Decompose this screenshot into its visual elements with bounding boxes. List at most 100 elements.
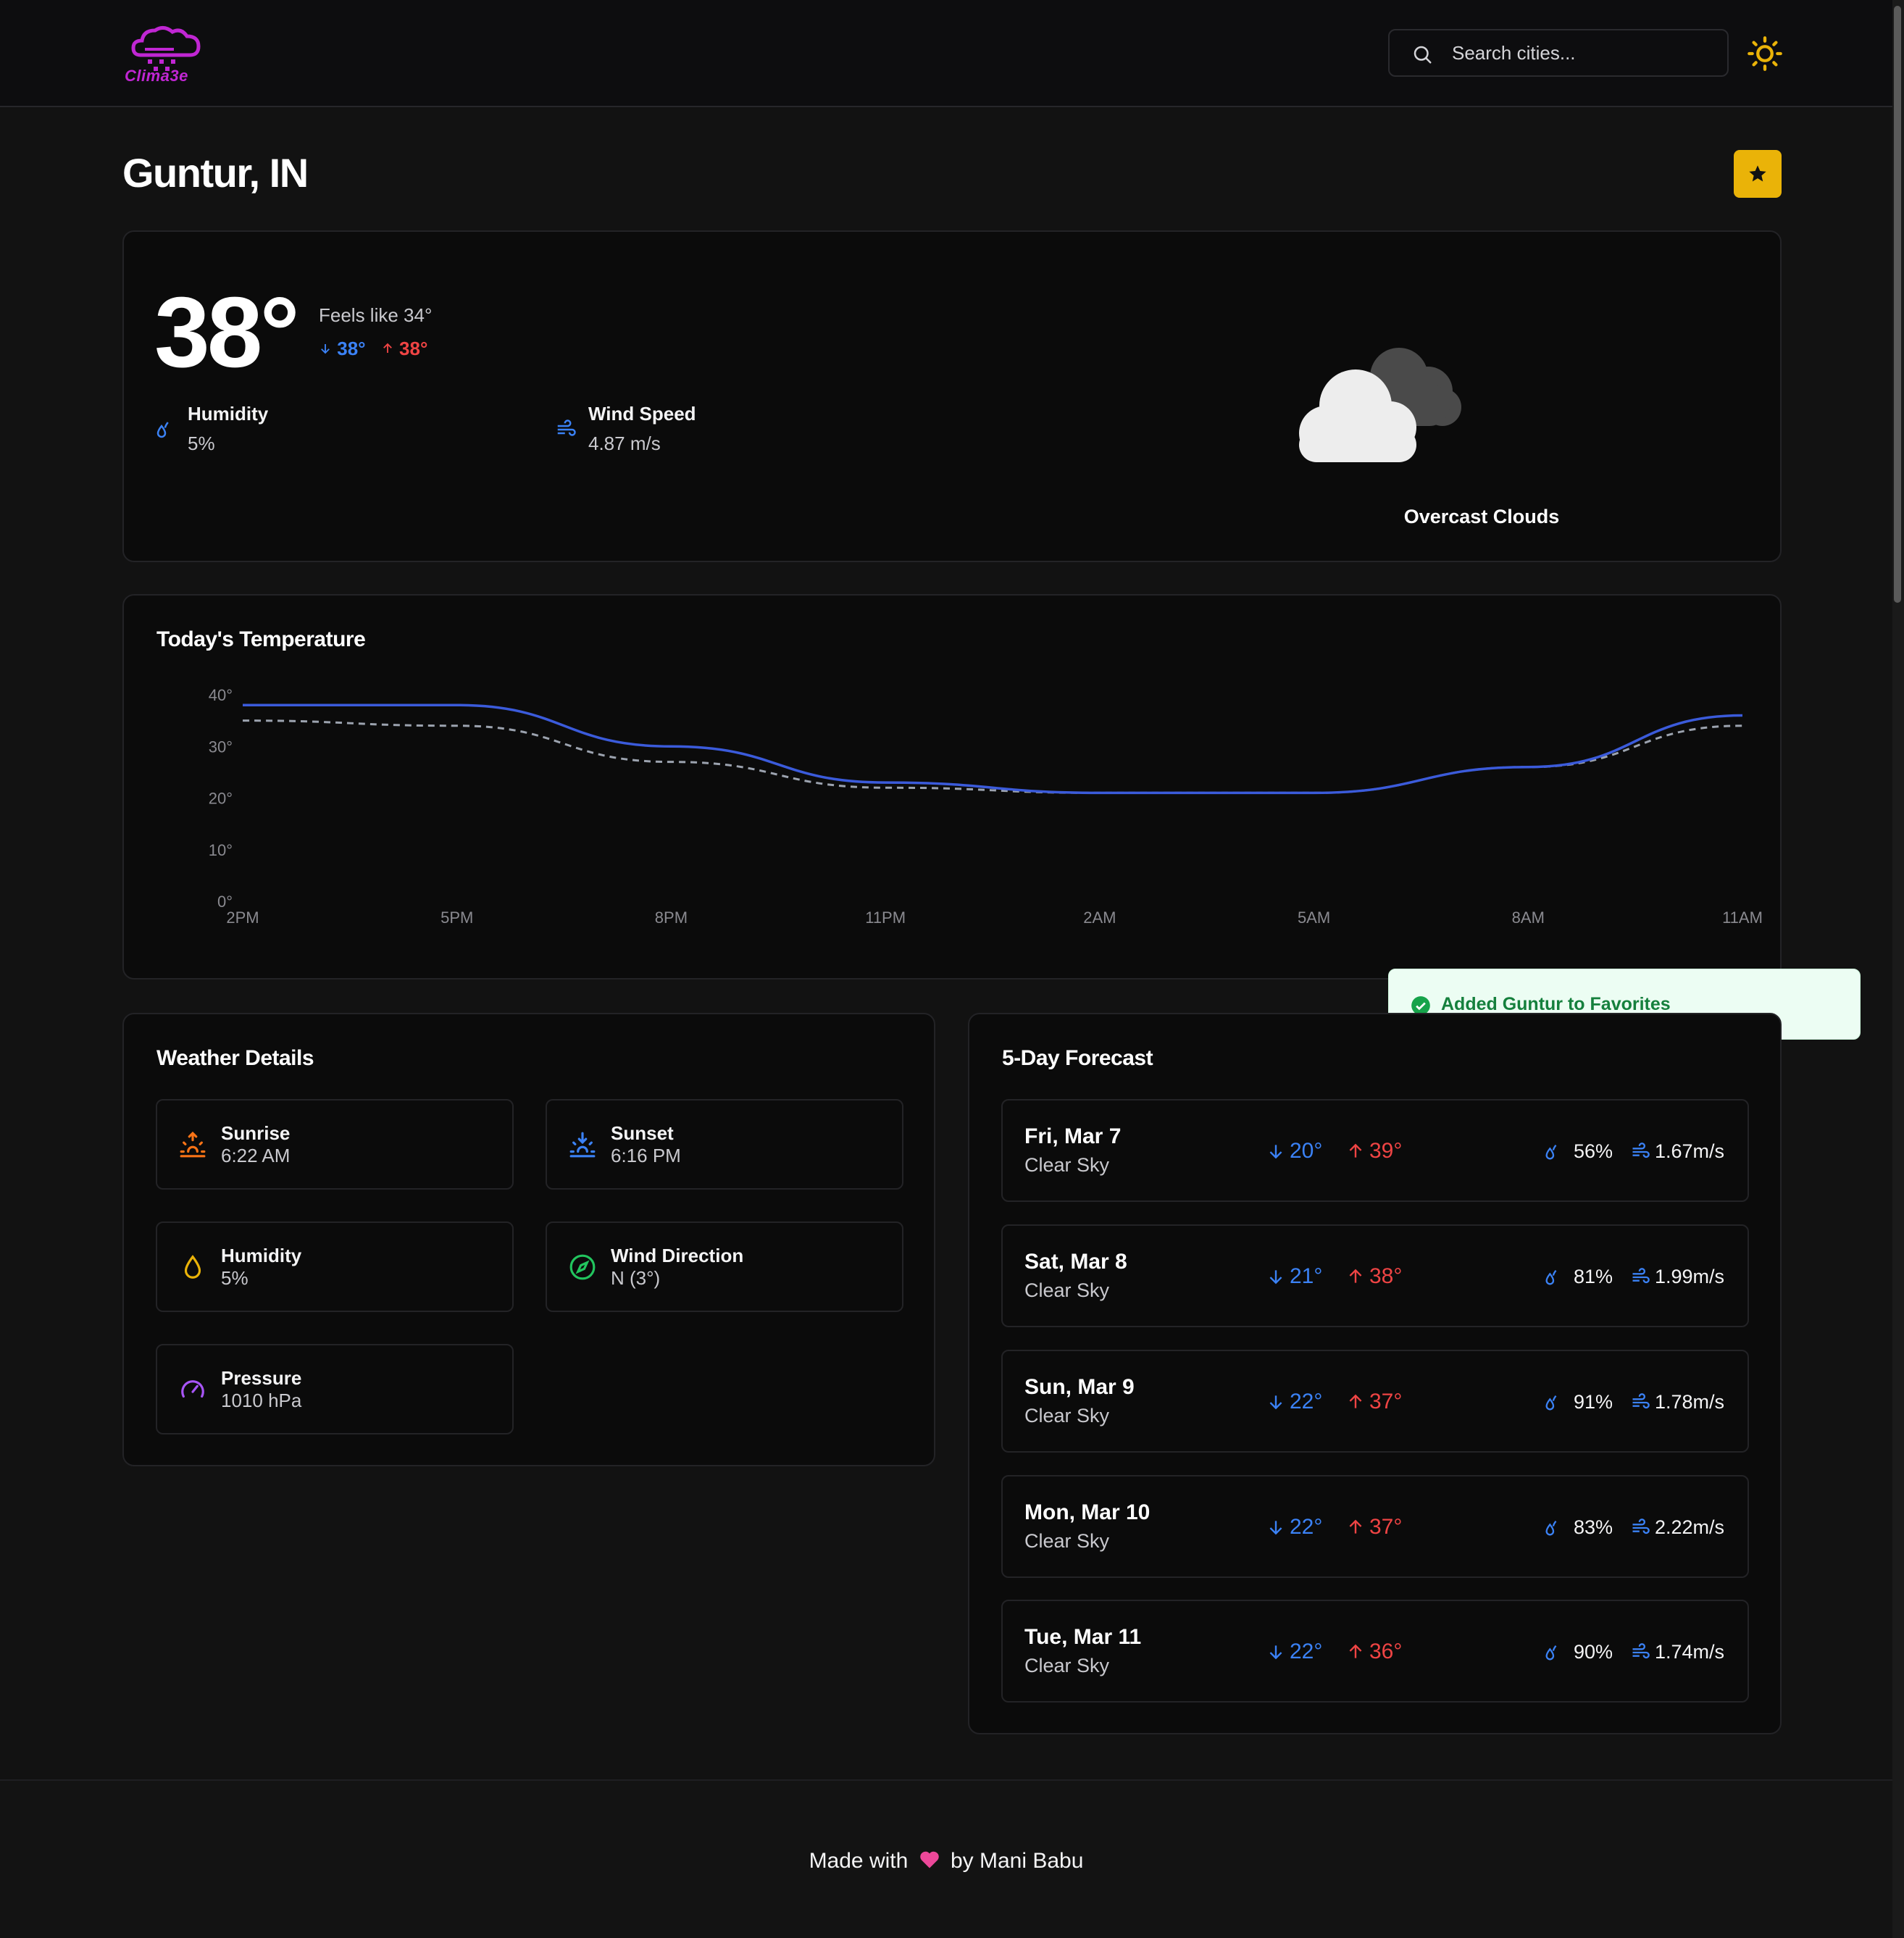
detail-humidity: Humidity 5%: [156, 1221, 514, 1312]
forecast-humidity: 83%: [1574, 1516, 1613, 1538]
temperature-series-line: [243, 703, 1743, 795]
wind-icon: [1632, 1268, 1650, 1284]
footer-text-before: Made with: [809, 1849, 909, 1873]
brand-name: Clima3e: [125, 67, 188, 85]
forecast-row: Sun, Mar 9 Clear Sky 22° 37° 91% 1.78m/s: [1001, 1350, 1749, 1453]
temperature-chart: 0°10°20°30°40°2PM 5PM 8PM 11PM 2AM 5AM 8AM 11AM: [209, 686, 1763, 927]
forecast-row: Tue, Mar 11 Clear Sky 22° 36° 90% 1.74m/s: [1001, 1600, 1749, 1703]
droplets-icon: [1545, 1395, 1557, 1411]
wind-icon: [1632, 1643, 1650, 1659]
arrow-down-icon: [321, 344, 330, 354]
wind-icon: [557, 419, 576, 436]
star-icon: [1749, 165, 1766, 182]
droplets-icon: [1545, 1269, 1557, 1285]
droplets-icon: [1545, 1520, 1557, 1536]
forecast-description: Clear Sky: [1024, 1405, 1110, 1427]
compass-icon: [569, 1254, 596, 1280]
wind-value: 4.87 m/s: [588, 433, 661, 454]
footer: Made with by Mani Babu: [0, 1779, 1892, 1938]
sunset-label: Sunset: [611, 1122, 674, 1144]
forecast-description: Clear Sky: [1024, 1154, 1110, 1176]
forecast-high: 38°: [1369, 1264, 1403, 1288]
forecast-humidity: 90%: [1574, 1641, 1613, 1663]
pressure-value: 1010 hPa: [221, 1390, 302, 1411]
humidity-label: Humidity: [188, 403, 269, 425]
droplets-icon: [156, 422, 169, 438]
sunrise-value: 6:22 AM: [221, 1145, 291, 1166]
x-tick-label: 8PM: [655, 909, 688, 927]
forecast-wind: 2.22m/s: [1655, 1516, 1725, 1538]
x-tick-label: 11PM: [865, 909, 906, 927]
sunrise-icon: [180, 1131, 206, 1158]
forecast-day: Fri, Mar 7: [1024, 1124, 1122, 1148]
scrollbar-thumb[interactable]: [1894, 6, 1901, 603]
forecast-day: Mon, Mar 10: [1024, 1500, 1151, 1524]
forecast-humidity: 81%: [1574, 1266, 1613, 1287]
sun-icon[interactable]: [1746, 35, 1784, 72]
current-weather-card: 38° Feels like 34° 38° 38° Humidity 5% W…: [122, 230, 1782, 562]
forecast-high: 37°: [1369, 1390, 1403, 1413]
arrow-up-icon: [1349, 1644, 1362, 1658]
min-max-temperature: 38° 38°: [319, 338, 427, 360]
forecast-low: 20°: [1290, 1139, 1323, 1163]
forecast-row: Fri, Mar 7 Clear Sky 20° 39° 56% 1.67m/s: [1001, 1099, 1749, 1202]
x-tick-label: 5PM: [440, 909, 473, 927]
arrow-down-icon: [1269, 1145, 1282, 1159]
toast-message: Added Guntur to Favorites: [1441, 994, 1671, 1014]
x-tick-label: 5AM: [1298, 909, 1330, 927]
x-tick-label: 8AM: [1512, 909, 1545, 927]
forecast-day: Sun, Mar 9: [1024, 1375, 1135, 1399]
arrow-up-icon: [1349, 1143, 1362, 1158]
droplets-icon: [1545, 1144, 1557, 1160]
wind-label: Wind Speed: [588, 403, 696, 425]
forecast-row: Sat, Mar 8 Clear Sky 21° 38° 81% 1.99m/s: [1001, 1224, 1749, 1327]
favorite-button[interactable]: [1734, 150, 1782, 198]
detail-humidity-label: Humidity: [221, 1245, 302, 1266]
detail-sunrise: Sunrise 6:22 AM: [156, 1099, 514, 1190]
forecast-high: 36°: [1369, 1640, 1403, 1663]
arrow-up-icon: [1349, 1394, 1362, 1408]
search-input[interactable]: [1452, 30, 1720, 75]
forecast-card: 5-Day Forecast Fri, Mar 7 Clear Sky 20° 39°…: [968, 1013, 1782, 1734]
page-title: Guntur, IN: [122, 150, 309, 196]
forecast-low: 22°: [1290, 1515, 1323, 1539]
forecast-wind: 1.67m/s: [1655, 1140, 1725, 1162]
forecast-low: 22°: [1290, 1640, 1323, 1663]
x-tick-label: 11AM: [1722, 909, 1763, 927]
wind-stat: Wind Speed 4.87 m/s: [557, 403, 696, 455]
feels-like-series-line: [242, 719, 1743, 794]
wind-direction-label: Wind Direction: [611, 1245, 744, 1266]
app-header: Clima3e: [0, 0, 1904, 107]
forecast-wind: 1.99m/s: [1655, 1266, 1725, 1287]
x-tick-label: 2AM: [1083, 909, 1116, 927]
detail-pressure: Pressure 1010 hPa: [156, 1344, 514, 1434]
arrow-up-icon: [1349, 1519, 1362, 1534]
search-icon: [1414, 46, 1432, 64]
arrow-down-icon: [1269, 1395, 1282, 1410]
search-box[interactable]: [1388, 29, 1729, 77]
temperature-chart-card: Today's Temperature 0° 10° 20° 30° 40° 2PM 5PM…: [122, 594, 1782, 980]
forecast-low: 22°: [1290, 1390, 1323, 1413]
forecast-wind: 1.78m/s: [1655, 1391, 1725, 1413]
max-temp: 38°: [399, 338, 428, 359]
droplets-icon: [1545, 1645, 1557, 1661]
forecast-row: Mon, Mar 10 Clear Sky 22° 37° 83% 2.22m/s: [1001, 1475, 1749, 1578]
forecast-day: Sat, Mar 8: [1024, 1250, 1127, 1274]
x-tick-label: 2PM: [226, 909, 259, 927]
humidity-stat: Humidity 5%: [156, 403, 269, 455]
arrow-down-icon: [1269, 1645, 1282, 1660]
humidity-value: 5%: [188, 433, 215, 454]
forecast-wind: 1.74m/s: [1655, 1641, 1725, 1663]
wind-icon: [1632, 1143, 1650, 1158]
detail-sunset: Sunset 6:16 PM: [546, 1099, 903, 1190]
y-tick-label: 30°: [209, 738, 233, 756]
current-temperature: 38°: [154, 277, 300, 388]
arrow-up-icon: [1349, 1269, 1362, 1283]
y-tick-label: 20°: [209, 790, 233, 808]
forecast-title: 5-Day Forecast: [1002, 1046, 1153, 1070]
details-title: Weather Details: [156, 1046, 314, 1070]
forecast-humidity: 91%: [1574, 1391, 1613, 1413]
detail-humidity-value: 5%: [221, 1267, 249, 1289]
overcast-clouds-icon: [1299, 348, 1461, 462]
wind-icon: [1632, 1393, 1650, 1409]
